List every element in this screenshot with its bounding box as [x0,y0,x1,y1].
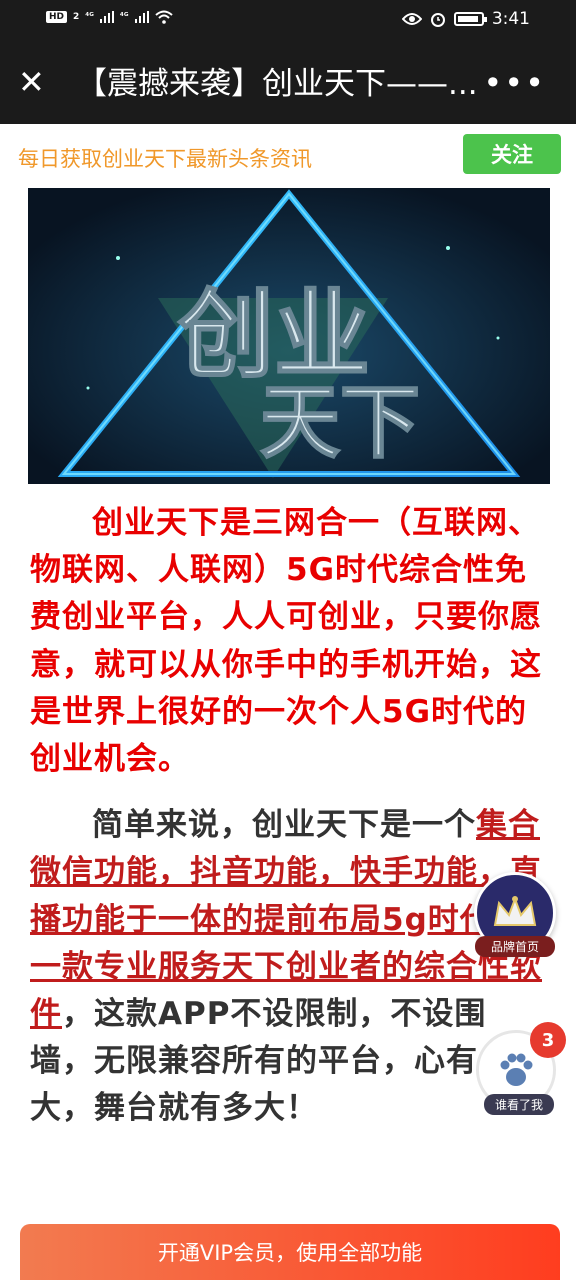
follow-bar: 每日获取创业天下最新头条资讯 关注 [0,124,576,188]
signal-bars-icon [99,11,114,23]
wifi-icon [154,10,173,24]
nav-bar: ✕ 【震撼来袭】创业天下——... ••• [0,42,576,124]
signal-icon-2: ⁴ᴳ [119,12,129,22]
eye-icon [401,13,422,25]
page-title: 【震撼来袭】创业天下——... [76,66,478,102]
signal-bars-icon-2 [134,11,149,23]
open-vip-button[interactable]: 开通VIP会员，使用全部功能 [20,1224,560,1280]
brand-home-float-button[interactable]: 品牌首页 [474,872,558,958]
crown-icon [493,896,537,926]
follow-promo-text: 每日获取创业天下最新头条资讯 [18,147,312,171]
status-left: HD 2 ⁴ᴳ ⁴ᴳ [46,10,173,24]
battery-icon [453,12,487,26]
paw-icon [500,1053,533,1086]
article-paragraph-summary: 简单来说，创业天下是一个集合微信功能，抖音功能，快手功能，直播功能于一体的提前布… [30,802,550,1132]
status-right: 3:41 [401,9,530,29]
alarm-icon [430,13,445,27]
more-icon[interactable]: ••• [483,64,546,102]
banner-title-line1: 创业 [177,279,370,391]
article-banner-image: 创业 天下 [28,188,550,484]
brand-home-label: 品牌首页 [475,936,555,957]
close-icon[interactable]: ✕ [18,66,45,98]
summary-tail: ，这款APP不设限制，不设围墙，无限兼容所有的平台，心有多大，舞台就有多大！ [30,996,510,1127]
hd-badge: HD [46,11,68,23]
article-paragraph-intro: 创业天下是三网合一（互联网、物联网、人联网）5G时代综合性免费创业平台，人人可创… [30,505,542,778]
sim-slot: 2 [73,12,80,22]
signal-icon: ⁴ᴳ [85,12,94,22]
notification-badge: 3 [530,1022,566,1058]
banner-title-line2: 天下 [260,376,420,469]
who-viewed-me-float-button[interactable]: 谁看了我 3 [476,1022,566,1115]
summary-lead: 简单来说，创业天下是一个 [92,807,476,844]
clock: 3:41 [491,9,530,29]
status-bar: HD 2 ⁴ᴳ ⁴ᴳ 3:41 [0,0,576,42]
follow-button[interactable]: 关注 [463,134,561,174]
article-body: 创业天下是三网合一（互联网、物联网、人联网）5G时代综合性免费创业平台，人人可创… [30,500,550,1133]
who-viewed-me-label: 谁看了我 [484,1094,554,1115]
